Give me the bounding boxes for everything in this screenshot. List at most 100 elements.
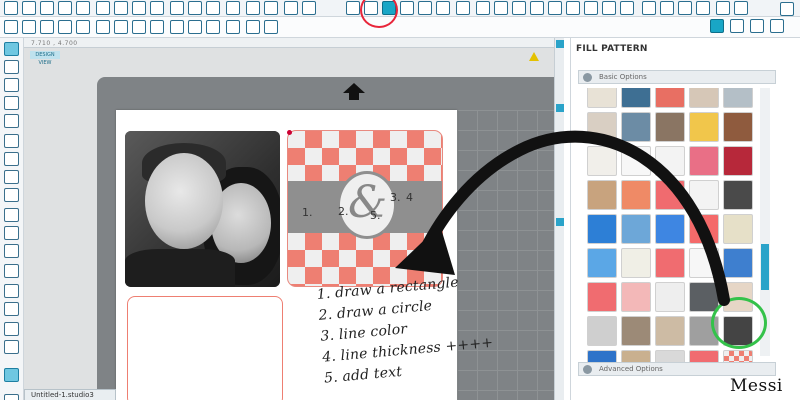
toolbar-button[interactable]	[246, 20, 260, 34]
toolbar-button[interactable]	[40, 1, 54, 15]
pattern-swatch[interactable]	[587, 214, 617, 244]
tool-button[interactable]	[4, 394, 19, 400]
toolbar-button[interactable]	[226, 20, 240, 34]
pattern-swatch[interactable]	[587, 316, 617, 346]
toolbar-button[interactable]	[678, 1, 692, 15]
toolbar-button[interactable]	[114, 1, 128, 15]
pattern-swatch[interactable]	[655, 214, 685, 244]
toolbar-button[interactable]	[264, 20, 278, 34]
pattern-swatch[interactable]	[655, 112, 685, 142]
toolbar-button[interactable]	[696, 1, 710, 15]
pattern-swatch[interactable]	[621, 282, 651, 312]
pattern-swatch[interactable]	[621, 146, 651, 176]
pattern-swatch[interactable]	[689, 214, 719, 244]
panel-button[interactable]	[730, 19, 744, 33]
pattern-swatch[interactable]	[621, 180, 651, 210]
tool-button[interactable]	[4, 226, 19, 240]
pattern-swatch[interactable]	[689, 282, 719, 312]
pattern-swatch[interactable]	[655, 282, 685, 312]
pattern-swatch[interactable]	[621, 88, 651, 108]
pattern-swatch[interactable]	[621, 112, 651, 142]
design-view-badge[interactable]: DESIGN VIEW	[30, 51, 60, 66]
toolbar-button[interactable]	[150, 1, 164, 15]
tool-button[interactable]	[4, 78, 19, 92]
tool-button[interactable]	[4, 60, 19, 74]
toolbar-button[interactable]	[4, 20, 18, 34]
tool-button[interactable]	[4, 244, 19, 258]
toolbar-button[interactable]	[188, 1, 202, 15]
panel-button[interactable]	[710, 19, 724, 33]
toolbar-button[interactable]	[436, 1, 450, 15]
toolbar-button[interactable]	[548, 1, 562, 15]
photo-image[interactable]	[125, 131, 280, 287]
tool-button[interactable]	[4, 42, 19, 56]
tool-button[interactable]	[4, 368, 19, 382]
tool-button[interactable]	[4, 284, 19, 298]
basic-options-header[interactable]: Basic Options	[578, 70, 776, 84]
tool-button[interactable]	[4, 96, 19, 110]
toolbar-button[interactable]	[418, 1, 432, 15]
toolbar-button[interactable]	[620, 1, 634, 15]
tool-button[interactable]	[4, 134, 19, 148]
toolbar-button[interactable]	[530, 1, 544, 15]
pattern-swatch[interactable]	[621, 248, 651, 278]
pattern-card[interactable]: & 1. 2. 3. 5. 4	[287, 130, 443, 287]
toolbar-button[interactable]	[132, 20, 146, 34]
panel-scrollbar-thumb[interactable]	[761, 244, 769, 290]
pattern-swatch[interactable]	[587, 112, 617, 142]
pattern-swatch[interactable]	[689, 88, 719, 108]
pattern-swatch[interactable]	[655, 316, 685, 346]
pattern-swatch[interactable]	[723, 146, 753, 176]
pattern-swatch[interactable]	[655, 180, 685, 210]
pattern-swatch[interactable]	[689, 146, 719, 176]
toolbar-button[interactable]	[660, 1, 674, 15]
toolbar-button[interactable]	[170, 1, 184, 15]
tool-button[interactable]	[4, 152, 19, 166]
panel-button[interactable]	[770, 19, 784, 33]
warning-icon[interactable]	[529, 52, 539, 61]
toolbar-button[interactable]	[22, 20, 36, 34]
pattern-swatch[interactable]	[655, 88, 685, 108]
selection-handle[interactable]	[287, 130, 292, 135]
toolbar-button[interactable]	[76, 20, 90, 34]
pattern-swatch[interactable]	[723, 88, 753, 108]
tool-button[interactable]	[4, 322, 19, 336]
empty-rectangle[interactable]	[127, 296, 283, 400]
tool-button[interactable]	[4, 170, 19, 184]
toolbar-button[interactable]	[170, 20, 184, 34]
toolbar-button[interactable]	[602, 1, 616, 15]
pattern-swatch[interactable]	[587, 248, 617, 278]
toolbar-button[interactable]	[96, 20, 110, 34]
pattern-swatch[interactable]	[689, 180, 719, 210]
settings-button[interactable]	[780, 2, 794, 16]
toolbar-button[interactable]	[716, 1, 730, 15]
pattern-swatch[interactable]	[723, 180, 753, 210]
tool-button[interactable]	[4, 264, 19, 278]
toolbar-button[interactable]	[346, 1, 360, 15]
toolbar-button[interactable]	[114, 20, 128, 34]
pattern-swatch[interactable]	[689, 248, 719, 278]
toolbar-button[interactable]	[302, 1, 316, 15]
tool-button[interactable]	[4, 188, 19, 202]
toolbar-button[interactable]	[58, 1, 72, 15]
toolbar-button[interactable]	[188, 20, 202, 34]
pattern-swatch[interactable]	[587, 146, 617, 176]
toolbar-button[interactable]	[566, 1, 580, 15]
pattern-swatch[interactable]	[587, 180, 617, 210]
pattern-swatch[interactable]	[655, 248, 685, 278]
toolbar-button[interactable]	[284, 1, 298, 15]
pattern-swatch[interactable]	[587, 88, 617, 108]
panel-button[interactable]	[750, 19, 764, 33]
tool-button[interactable]	[4, 114, 19, 128]
toolbar-button[interactable]	[150, 20, 164, 34]
toolbar-button[interactable]	[4, 1, 18, 15]
toolbar-button[interactable]	[206, 20, 220, 34]
pattern-swatch[interactable]	[621, 214, 651, 244]
pattern-swatch[interactable]	[723, 248, 753, 278]
toolbar-button[interactable]	[476, 1, 490, 15]
toolbar-button[interactable]	[494, 1, 508, 15]
toolbar-button[interactable]	[58, 20, 72, 34]
toolbar-button[interactable]	[22, 1, 36, 15]
tool-button[interactable]	[4, 208, 19, 222]
toolbar-button[interactable]	[584, 1, 598, 15]
